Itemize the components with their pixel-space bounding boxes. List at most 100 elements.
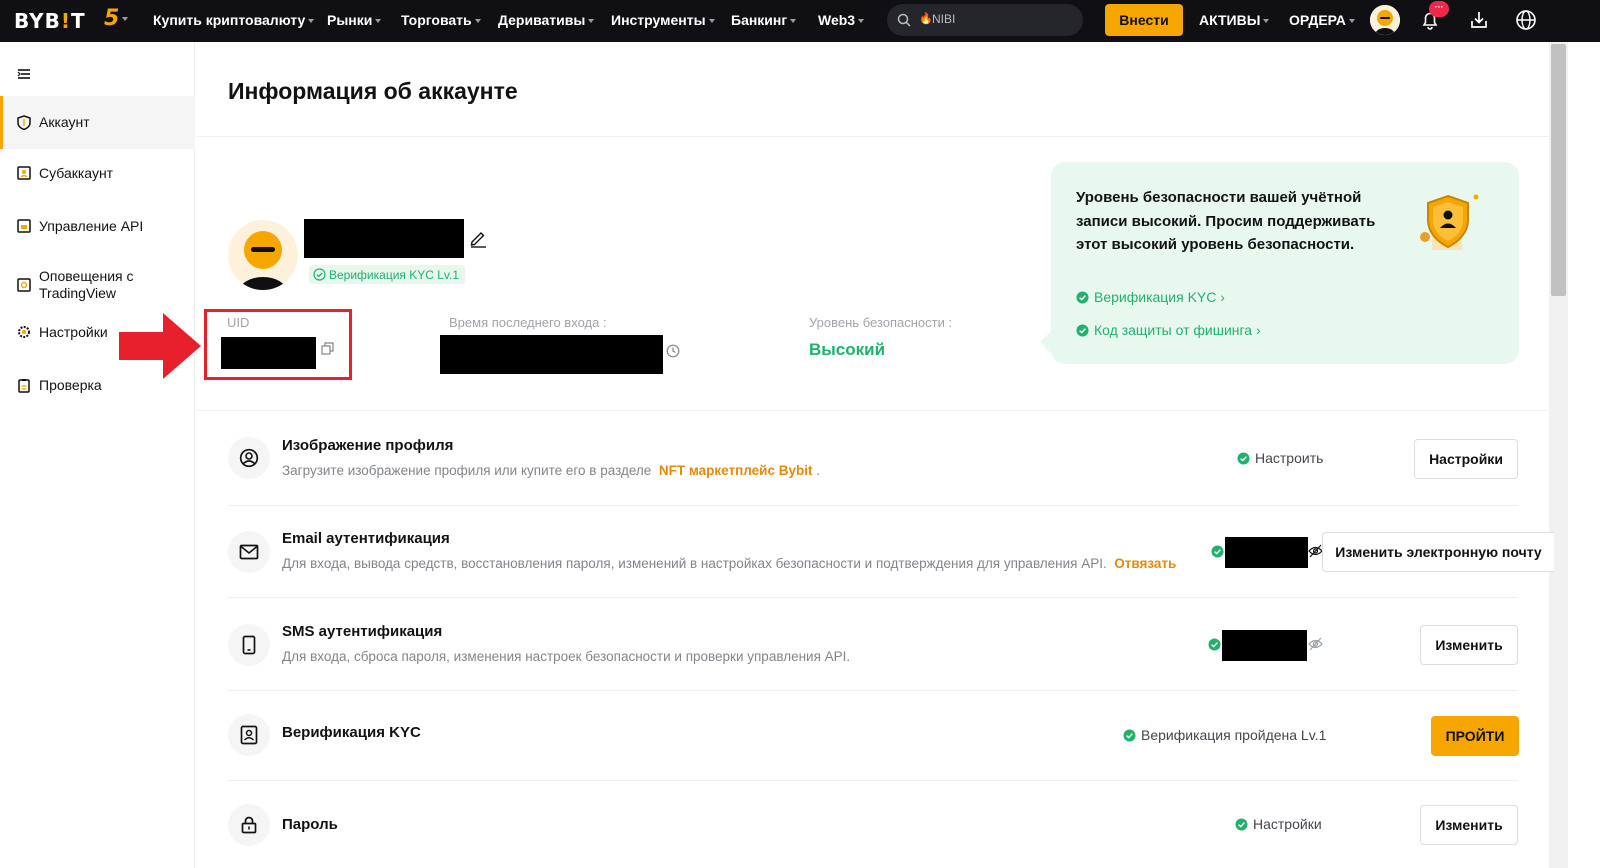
search-icon <box>897 13 911 27</box>
security-card-message: Уровень безопасности вашей учётной запис… <box>1076 189 1376 253</box>
chevron-down-icon <box>588 19 595 24</box>
divider <box>228 690 1518 691</box>
nav-orders[interactable]: ОРДЕРА <box>1289 12 1355 28</box>
gear-icon <box>18 326 30 338</box>
chevron-down-icon <box>122 17 128 21</box>
five-anniversary-icon[interactable]: 5 <box>104 6 119 31</box>
profile-settings-button[interactable]: Настройки <box>1414 439 1518 479</box>
profile-image-status: Настроить <box>1237 450 1323 466</box>
redacted-last-login <box>440 335 663 374</box>
check-circle-icon <box>1076 324 1089 336</box>
sidebar-item-label: Настройки <box>39 323 108 340</box>
sidebar-item-api[interactable]: Управление API <box>0 205 195 247</box>
nav-buy-crypto[interactable]: Купить криптовалюту <box>153 12 315 28</box>
nav-tools[interactable]: Инструменты <box>611 12 715 28</box>
security-level-label: Уровень безопасности : <box>809 315 953 330</box>
profile-image-row-icon <box>228 437 270 479</box>
logo-text-left: BYB <box>14 9 61 33</box>
top-navigation-bar: BYB!T 5 Купить криптовалюту Рынки Торгов… <box>0 0 1600 42</box>
nav-trade[interactable]: Торговать <box>401 12 481 28</box>
divider <box>228 597 1518 598</box>
nav-tools-label: Инструменты <box>611 12 706 28</box>
divider <box>228 505 1518 506</box>
logo-text-right: T <box>71 9 86 33</box>
chevron-down-icon <box>308 19 315 24</box>
sidebar-item-label: Управление API <box>39 217 144 234</box>
check-circle-icon <box>1123 729 1136 741</box>
nav-markets[interactable]: Рынки <box>327 12 382 28</box>
sidebar-item-account[interactable]: Аккаунт <box>0 96 195 149</box>
nft-marketplace-link[interactable]: NFT маркетплейс Bybit <box>659 463 813 478</box>
sidebar-item-tradingview-alerts[interactable]: Оповещения с TradingView <box>0 260 195 310</box>
profile-image-desc-text: Загрузите изображение профиля или купите… <box>282 463 652 478</box>
download-icon[interactable] <box>1469 10 1489 30</box>
mail-icon <box>239 544 259 560</box>
kyc-title: Верификация KYC <box>282 724 421 741</box>
change-password-button[interactable]: Изменить <box>1420 805 1518 845</box>
chevron-down-icon <box>1348 19 1355 24</box>
main-content: Информация об аккаунте Верификация KYC L… <box>119 42 1554 868</box>
scrollbar-thumb[interactable] <box>1551 44 1566 296</box>
eye-off-icon[interactable] <box>1308 637 1323 651</box>
chevron-down-icon <box>375 19 382 24</box>
sidebar-item-label: Аккаунт <box>39 114 90 130</box>
nav-derivatives[interactable]: Деривативы <box>498 12 595 28</box>
profile-avatar[interactable] <box>228 220 298 290</box>
change-email-button[interactable]: Изменить электронную почту <box>1322 532 1554 572</box>
check-circle-icon <box>1076 291 1089 303</box>
divider <box>228 780 1518 781</box>
sms-auth-title: SMS аутентификация <box>282 623 443 640</box>
profile-image-description: Загрузите изображение профиля или купите… <box>282 463 820 478</box>
anti-phishing-link-label: Код защиты от фишинга › <box>1094 322 1261 338</box>
kyc-status-text: Верификация пройдена Lv.1 <box>1141 727 1327 743</box>
kyc-row-icon <box>228 714 270 756</box>
nav-web3-label: Web3 <box>818 12 856 28</box>
shield-illustration-icon <box>1420 194 1479 250</box>
sidebar-item-subaccount[interactable]: Субаккаунт <box>0 152 195 194</box>
logo-text-bang: ! <box>60 9 72 33</box>
password-title: Пароль <box>282 816 338 833</box>
check-circle-icon <box>1235 818 1248 830</box>
sidebar-item-label: Проверка <box>39 376 102 393</box>
sidebar: Аккаунт Субаккаунт Управление API Оповещ… <box>0 42 195 868</box>
chevron-down-icon <box>708 19 715 24</box>
anti-phishing-link[interactable]: Код защиты от фишинга › <box>1076 322 1261 338</box>
id-card-icon <box>240 725 258 745</box>
globe-icon[interactable] <box>1515 9 1537 31</box>
user-avatar[interactable] <box>1370 5 1400 35</box>
nav-assets-label: АКТИВЫ <box>1199 12 1261 28</box>
search-input[interactable]: 🔥 NIBI <box>887 4 1083 36</box>
search-trending-text: NIBI <box>932 12 956 26</box>
pencil-icon[interactable] <box>468 228 488 248</box>
change-phone-button[interactable]: Изменить <box>1420 625 1518 665</box>
email-auth-title: Email аутентификация <box>282 530 450 547</box>
profile-image-title: Изображение профиля <box>282 437 454 454</box>
redacted-email <box>1225 537 1308 568</box>
kyc-verification-link[interactable]: Верификация KYC › <box>1076 289 1225 305</box>
clock-icon[interactable] <box>666 344 680 358</box>
nav-banking[interactable]: Банкинг <box>731 12 797 28</box>
nav-derivatives-label: Деривативы <box>498 12 586 28</box>
menu-collapse-icon[interactable] <box>17 68 31 80</box>
unbind-email-link[interactable]: Отвязать <box>1114 556 1176 571</box>
nav-banking-label: Банкинг <box>731 12 788 28</box>
redacted-phone <box>1222 630 1307 661</box>
user-circle-icon <box>239 448 259 468</box>
check-circle-icon <box>1211 545 1224 558</box>
bybit-logo[interactable]: BYB!T <box>14 9 86 33</box>
chevron-down-icon <box>1263 19 1270 24</box>
sidebar-item-label: Оповещения с TradingView <box>39 268 134 301</box>
avatar-icon <box>1370 5 1400 35</box>
profile-image-desc-suffix: . <box>816 463 820 478</box>
eye-off-icon[interactable] <box>1308 544 1323 558</box>
nav-assets[interactable]: АКТИВЫ <box>1199 12 1270 28</box>
last-login-label: Время последнего входа : <box>449 315 607 330</box>
password-row-icon <box>228 804 270 846</box>
security-level-value: Высокий <box>809 340 886 359</box>
password-status-text: Настройки <box>1253 816 1322 832</box>
kyc-proceed-button[interactable]: ПРОЙТИ <box>1431 716 1519 756</box>
subaccount-icon <box>17 166 31 180</box>
deposit-button[interactable]: Внести <box>1105 4 1183 36</box>
email-row-icon <box>228 531 270 573</box>
nav-web3[interactable]: Web3 <box>818 12 865 28</box>
